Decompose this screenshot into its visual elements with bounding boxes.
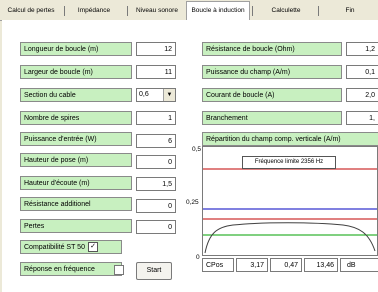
output-courant-boucle: 2,0: [346, 88, 378, 102]
label-puissance-entree: Puissance d'entrée (W): [20, 132, 132, 146]
label-nombre-spires: Nombre de spires: [20, 111, 132, 125]
output-branchement: 1,: [346, 111, 378, 125]
input-hauteur-pose[interactable]: 0: [136, 155, 176, 169]
compat-st50-checkbox[interactable]: ✓: [88, 242, 98, 252]
y-tick-label: 0,25: [186, 199, 199, 206]
input-hauteur-ecoute[interactable]: 1,5: [136, 177, 176, 191]
reponse-frequence-checkbox[interactable]: [114, 265, 124, 275]
cpos-value-1: 3,17: [236, 258, 268, 272]
cpos-value-2: 0,47: [270, 258, 302, 272]
input-largeur-boucle[interactable]: 11: [136, 65, 176, 79]
label-branchement: Branchement: [202, 111, 342, 125]
input-puissance-entree[interactable]: 6: [136, 134, 176, 148]
label-hauteur-ecoute: Hauteur d'écoute (m): [20, 176, 132, 190]
label-longueur-boucle: Longueur de boucle (m): [20, 42, 132, 56]
tab-separator: [252, 6, 253, 16]
output-resistance-boucle: 1,2: [346, 42, 378, 56]
tab-fin[interactable]: Fin: [330, 4, 370, 18]
cpos-value-3: 13,46: [304, 258, 338, 272]
input-resistance-additionel[interactable]: 0: [136, 199, 176, 213]
label-pertes: Pertes: [20, 219, 132, 233]
label-largeur-boucle: Largeur de boucle (m): [20, 65, 132, 79]
tab-impedance[interactable]: Impédance: [66, 4, 122, 18]
tab-bar: Calcul de pertes Impédance Niveau sonore…: [0, 0, 378, 21]
label-hauteur-pose: Hauteur de pose (m): [20, 153, 132, 167]
input-longueur-boucle[interactable]: 12: [136, 42, 176, 56]
field-distribution-graph: Fréquence limite 2356 Hz: [202, 146, 378, 256]
compat-st50-label: Compatibilité ST 50: [24, 244, 85, 251]
input-nombre-spires[interactable]: 1: [136, 111, 176, 125]
cpos-label: CPos: [202, 258, 234, 272]
reponse-frequence-row[interactable]: Réponse en fréquence: [20, 262, 122, 276]
label-courant-boucle: Courant de boucle (A): [202, 88, 342, 102]
field-curve: [204, 222, 376, 254]
tab-boucle-a-induction[interactable]: Boucle à induction: [186, 1, 250, 20]
y-tick-label: 0,5: [192, 146, 202, 153]
start-button[interactable]: Start: [136, 262, 172, 280]
reponse-frequence-label: Réponse en fréquence: [24, 266, 95, 273]
select-section-cable[interactable]: 0,6 ▼: [136, 88, 176, 102]
y-tick-label: 0: [196, 254, 200, 261]
compat-st50-row[interactable]: Compatibilité ST 50: [20, 240, 122, 254]
tab-calculette[interactable]: Calculette: [258, 4, 314, 18]
frequence-limite-legend: Fréquence limite 2356 Hz: [242, 156, 336, 169]
label-repartition-champ: Répartition du champ comp. verticale (A/…: [202, 132, 378, 146]
input-pertes[interactable]: 0: [136, 220, 176, 234]
label-resistance-boucle: Résistance de boucle (Ohm): [202, 42, 342, 56]
tab-separator: [64, 6, 65, 16]
tab-calcul-de-pertes[interactable]: Calcul de pertes: [2, 4, 60, 18]
output-puissance-champ: 0,1: [346, 65, 378, 79]
tab-separator: [318, 6, 319, 16]
tab-niveau-sonore[interactable]: Niveau sonore: [129, 4, 185, 18]
label-resistance-additionel: Résistance additionel: [20, 197, 132, 211]
tab-separator: [127, 6, 128, 16]
select-section-cable-value: 0,6: [139, 91, 149, 98]
label-section-cable: Section du cable: [20, 88, 132, 102]
unit-db: dB: [340, 258, 378, 272]
label-puissance-champ: Puissance du champ (A/m): [202, 65, 342, 79]
chevron-down-icon[interactable]: ▼: [163, 89, 175, 101]
